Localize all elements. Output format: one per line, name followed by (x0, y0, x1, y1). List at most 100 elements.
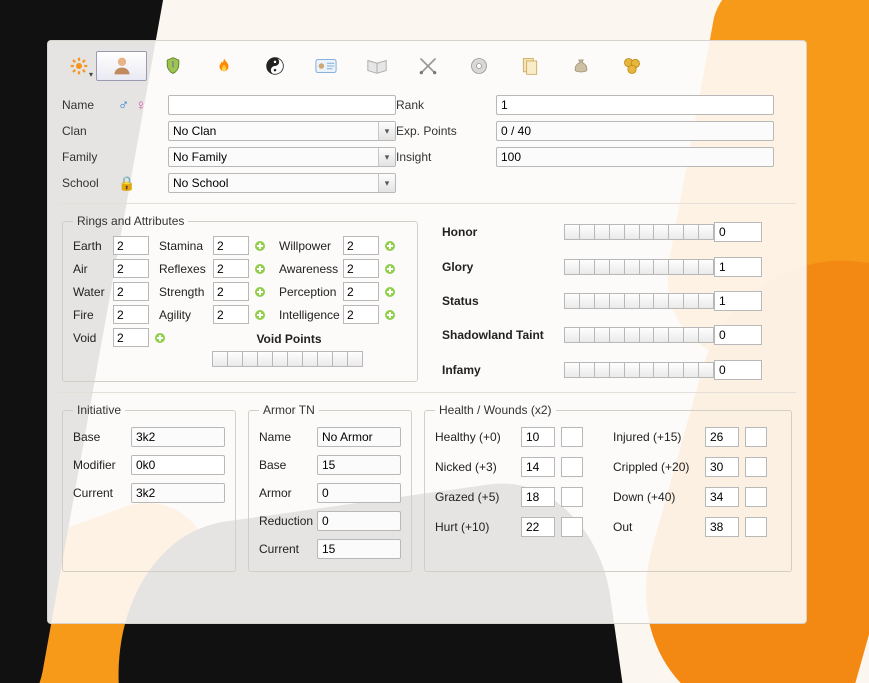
name-input[interactable] (168, 95, 396, 115)
wound-checkbox[interactable] (745, 517, 767, 537)
increment-trait-button[interactable] (383, 262, 397, 276)
armor-cur-field (317, 539, 401, 559)
ring-value-input[interactable] (113, 259, 149, 278)
tab-advantages[interactable] (249, 51, 300, 81)
increment-void-button[interactable] (153, 331, 167, 345)
wound-value-input[interactable] (705, 457, 739, 477)
tab-weapons[interactable] (402, 51, 453, 81)
tab-overview[interactable] (96, 51, 147, 81)
dropdown-arrow-icon[interactable]: ▾ (378, 148, 395, 166)
insight-label: Insight (396, 150, 496, 164)
increment-stat-button[interactable] (253, 262, 267, 276)
init-base-field (131, 427, 225, 447)
trait-value-input[interactable] (343, 305, 379, 324)
wound-checkbox[interactable] (745, 427, 767, 447)
school-select[interactable]: ▾ (168, 173, 396, 193)
tab-inventory[interactable] (555, 51, 606, 81)
wound-value-input[interactable] (521, 487, 555, 507)
tab-spells[interactable] (504, 51, 555, 81)
tracker-rank-input[interactable] (714, 325, 762, 345)
increment-trait-button[interactable] (383, 285, 397, 299)
gear-menu-button[interactable]: ▾ (62, 51, 96, 81)
trait-value-input[interactable] (343, 282, 379, 301)
tracker-rank-input[interactable] (714, 222, 762, 242)
trait-value-input[interactable] (343, 259, 379, 278)
stat-value-input[interactable] (213, 282, 249, 301)
tracker-label: Honor (442, 225, 564, 239)
health-legend: Health / Wounds (x2) (435, 403, 556, 417)
ring-row: EarthStaminaWillpower (73, 236, 407, 255)
trait-value-input[interactable] (343, 236, 379, 255)
ring-value-input[interactable] (113, 305, 149, 324)
wound-value-input[interactable] (521, 457, 555, 477)
ring-label: Water (73, 285, 109, 299)
init-mod-label: Modifier (73, 458, 131, 472)
tab-armor[interactable] (453, 51, 504, 81)
void-input[interactable] (113, 328, 149, 347)
tracker-label: Status (442, 294, 564, 308)
female-icon[interactable]: ♀ (135, 97, 146, 114)
increment-stat-button[interactable] (253, 239, 267, 253)
wound-value-input[interactable] (521, 517, 555, 537)
rank-label: Rank (396, 98, 496, 112)
clan-select[interactable]: ▾ (168, 121, 396, 141)
increment-trait-button[interactable] (383, 239, 397, 253)
tab-skills[interactable] (147, 51, 198, 81)
dropdown-arrow-icon[interactable]: ▾ (378, 122, 395, 140)
tracker-tenbox[interactable] (564, 224, 714, 240)
divider (58, 203, 796, 204)
wound-checkbox[interactable] (561, 427, 583, 447)
armor-legend: Armor TN (259, 403, 319, 417)
tab-coins[interactable] (606, 51, 657, 81)
book-icon (366, 58, 388, 74)
trait-label: Awareness (279, 262, 339, 276)
armor-armor-field (317, 483, 401, 503)
init-mod-field[interactable] (131, 455, 225, 475)
tab-identity[interactable] (300, 51, 351, 81)
insight-field (496, 147, 774, 167)
idcard-icon (315, 58, 337, 74)
school-label: School (62, 176, 118, 190)
dropdown-arrow-icon[interactable]: ▾ (378, 174, 395, 192)
tab-ring-fire[interactable] (198, 51, 249, 81)
increment-trait-button[interactable] (383, 308, 397, 322)
armor-red-field (317, 511, 401, 531)
exp-field (496, 121, 774, 141)
increment-stat-button[interactable] (253, 308, 267, 322)
tracker-rank-input[interactable] (714, 257, 762, 277)
male-icon[interactable]: ♂ (118, 97, 129, 114)
void-points-track[interactable] (167, 351, 407, 367)
wound-value-input[interactable] (705, 427, 739, 447)
tracker-tenbox[interactable] (564, 362, 714, 378)
initiative-fieldset: Initiative Base Modifier Current (62, 403, 236, 572)
wound-checkbox[interactable] (745, 487, 767, 507)
tab-notes[interactable] (351, 51, 402, 81)
tracker-tenbox[interactable] (564, 293, 714, 309)
rank-field[interactable] (496, 95, 774, 115)
wound-value-input[interactable] (705, 517, 739, 537)
wound-value-input[interactable] (521, 427, 555, 447)
family-select[interactable]: ▾ (168, 147, 396, 167)
tracker-label: Infamy (442, 363, 564, 377)
wound-checkbox[interactable] (561, 457, 583, 477)
trait-label: Perception (279, 285, 339, 299)
tracker-rank-input[interactable] (714, 360, 762, 380)
wound-checkbox[interactable] (561, 487, 583, 507)
lock-icon[interactable]: 🔒 (118, 175, 135, 191)
stat-value-input[interactable] (213, 236, 249, 255)
wound-checkbox[interactable] (561, 517, 583, 537)
stat-label: Agility (159, 308, 209, 322)
stat-value-input[interactable] (213, 305, 249, 324)
ring-value-input[interactable] (113, 282, 149, 301)
ring-value-input[interactable] (113, 236, 149, 255)
wound-value-input[interactable] (705, 487, 739, 507)
sack-icon (572, 56, 590, 76)
tracker-tenbox[interactable] (564, 327, 714, 343)
stat-value-input[interactable] (213, 259, 249, 278)
increment-stat-button[interactable] (253, 285, 267, 299)
flame-icon (215, 56, 233, 76)
tracker-rank-input[interactable] (714, 291, 762, 311)
init-cur-field (131, 483, 225, 503)
wound-checkbox[interactable] (745, 457, 767, 477)
tracker-tenbox[interactable] (564, 259, 714, 275)
